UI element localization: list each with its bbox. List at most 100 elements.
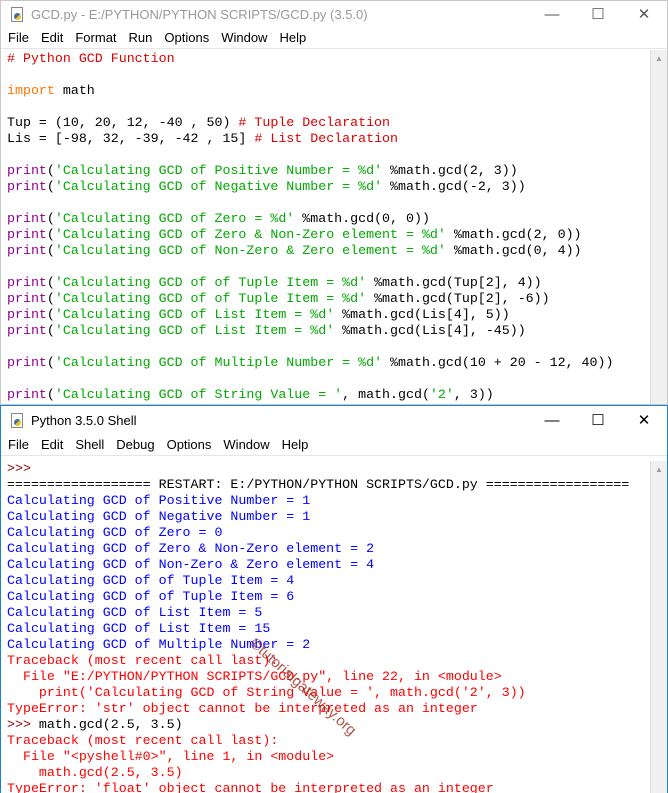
token-err: print('Calculating GCD of String Value =…: [7, 685, 526, 700]
token-plain: %math.gcd(2, 0)): [445, 227, 582, 242]
token-plain: %math.gcd(-2, 3)): [382, 179, 526, 194]
shell-line: Traceback (most recent call last):: [7, 733, 650, 749]
menu-help[interactable]: Help: [276, 437, 315, 452]
token-str: 'Calculating GCD of String Value = ': [54, 387, 343, 402]
token-str: '2': [429, 387, 454, 402]
shell-line: File "<pyshell#0>", line 1, in <module>: [7, 749, 650, 765]
menu-edit[interactable]: Edit: [35, 30, 69, 45]
shell-line: Calculating GCD of Zero & Non-Zero eleme…: [7, 541, 650, 557]
menu-window[interactable]: Window: [217, 437, 275, 452]
editor-scrollbar[interactable]: ▲: [650, 50, 667, 404]
menu-file[interactable]: File: [1, 30, 35, 45]
menu-debug[interactable]: Debug: [110, 437, 160, 452]
token-err: Traceback (most recent call last):: [7, 653, 279, 668]
shell-line: TypeError: 'str' object cannot be interp…: [7, 701, 650, 717]
token-plain: %math.gcd(Lis[4], -45)): [334, 323, 526, 338]
shell-line: Calculating GCD of Positive Number = 1: [7, 493, 650, 509]
token-out: Calculating GCD of of Tuple Item = 4: [7, 573, 295, 588]
token-str: 'Calculating GCD of Zero = %d': [54, 211, 295, 226]
token-err: TypeError: 'float' object cannot be inte…: [7, 781, 494, 793]
close-button[interactable]: ✕: [621, 1, 667, 27]
code-line: print('Calculating GCD of Non-Zero & Zer…: [7, 243, 650, 259]
shell-output[interactable]: >>> ================== RESTART: E:/PYTHON…: [1, 461, 650, 793]
token-plain: (: [46, 307, 55, 322]
close-button[interactable]: ✕: [621, 406, 667, 434]
menu-shell[interactable]: Shell: [69, 437, 110, 452]
code-line: print('Calculating GCD of Multiple Numbe…: [7, 355, 650, 371]
shell-line: TypeError: 'float' object cannot be inte…: [7, 781, 650, 793]
maximize-button[interactable]: ☐: [575, 406, 621, 434]
token-bi: print: [7, 307, 47, 322]
token-str: 'Calculating GCD of Negative Number = %d…: [54, 179, 383, 194]
code-line: print('Calculating GCD of String Value =…: [7, 387, 650, 403]
menu-file[interactable]: File: [1, 437, 35, 452]
code-line: Lis = [-98, 32, -39, -42 , 15] # List De…: [7, 131, 650, 147]
token-str: 'Calculating GCD of Multiple Number = %d…: [54, 355, 383, 370]
token-bi: print: [7, 179, 47, 194]
token-plain: (: [46, 323, 55, 338]
token-out: Calculating GCD of of Tuple Item = 6: [7, 589, 295, 604]
shell-line: Calculating GCD of of Tuple Item = 4: [7, 573, 650, 589]
scroll-up-arrow-icon[interactable]: ▲: [651, 461, 667, 478]
menu-window[interactable]: Window: [215, 30, 273, 45]
token-bi: print: [7, 275, 47, 290]
shell-title-bar[interactable]: Python 3.5.0 Shell — ☐ ✕: [1, 406, 667, 434]
token-err: File "E:/PYTHON/PYTHON SCRIPTS/GCD.py", …: [7, 669, 502, 684]
code-line: print('Calculating GCD of of Tuple Item …: [7, 291, 650, 307]
token-err: TypeError: 'str' object cannot be interp…: [7, 701, 478, 716]
token-bi: print: [7, 387, 47, 402]
token-plain: , math.gcd(: [342, 387, 430, 402]
menu-run[interactable]: Run: [123, 30, 159, 45]
code-line: print('Calculating GCD of of Tuple Item …: [7, 275, 650, 291]
token-prompt: >>>: [7, 461, 31, 476]
token-out: Calculating GCD of Positive Number = 1: [7, 493, 311, 508]
menu-help[interactable]: Help: [273, 30, 312, 45]
token-str: 'Calculating GCD of List Item = %d': [54, 307, 335, 322]
scroll-up-arrow-icon[interactable]: ▲: [651, 50, 667, 67]
menu-options[interactable]: Options: [161, 437, 218, 452]
token-prompt: >>>: [7, 717, 39, 732]
token-out: Calculating GCD of List Item = 15: [7, 621, 271, 636]
token-plain: ================== RESTART: E:/PYTHON/PY…: [7, 477, 630, 492]
token-plain: Lis = [-98, 32, -39, -42 , 15]: [7, 131, 255, 146]
shell-line: >>> math.gcd(2.5, 3.5): [7, 717, 650, 733]
token-bi: print: [7, 243, 47, 258]
menu-format[interactable]: Format: [69, 30, 122, 45]
token-plain: %math.gcd(0, 0)): [294, 211, 430, 226]
code-line: # Python GCD Function: [7, 51, 650, 67]
idle-file-icon: [9, 6, 25, 22]
shell-line: ================== RESTART: E:/PYTHON/PY…: [7, 477, 650, 493]
token-plain: math.gcd(2.5, 3.5): [38, 717, 183, 732]
shell-window: Python 3.5.0 Shell — ☐ ✕ File Edit Shell De…: [0, 405, 668, 793]
menu-edit[interactable]: Edit: [35, 437, 69, 452]
minimize-button[interactable]: —: [529, 1, 575, 27]
token-out: Calculating GCD of Multiple Number = 2: [7, 637, 311, 652]
token-bi: print: [7, 355, 47, 370]
minimize-button[interactable]: —: [529, 406, 575, 434]
editor-title-bar[interactable]: GCD.py - E:/PYTHON/PYTHON SCRIPTS/GCD.py…: [1, 1, 667, 27]
token-plain: %math.gcd(Tup[2], -6)): [366, 291, 550, 306]
token-plain: %math.gcd(Lis[4], 5)): [334, 307, 510, 322]
shell-line: math.gcd(2.5, 3.5): [7, 765, 650, 781]
shell-line: Traceback (most recent call last):: [7, 653, 650, 669]
shell-line: Calculating GCD of List Item = 15: [7, 621, 650, 637]
token-out: Calculating GCD of Zero = 0: [7, 525, 223, 540]
shell-scrollbar[interactable]: ▲: [650, 461, 667, 793]
shell-line: Calculating GCD of Negative Number = 1: [7, 509, 650, 525]
code-editor[interactable]: # Python GCD Function import math Tup = (1…: [1, 51, 650, 403]
maximize-button[interactable]: ☐: [575, 1, 621, 27]
token-com: # List Declaration: [254, 131, 399, 146]
token-plain: (: [46, 387, 55, 402]
token-plain: (: [46, 211, 55, 226]
code-line: print('Calculating GCD of List Item = %d…: [7, 323, 650, 339]
token-str: 'Calculating GCD of Non-Zero & Zero elem…: [54, 243, 446, 258]
shell-line: Calculating GCD of List Item = 5: [7, 605, 650, 621]
shell-menu-bar: File Edit Shell Debug Options Window Help: [1, 434, 667, 456]
token-bi: print: [7, 163, 47, 178]
shell-line: Calculating GCD of Multiple Number = 2: [7, 637, 650, 653]
token-plain: %math.gcd(Tup[2], 4)): [366, 275, 542, 290]
token-com: # Python GCD Function: [7, 51, 175, 66]
menu-options[interactable]: Options: [158, 30, 215, 45]
